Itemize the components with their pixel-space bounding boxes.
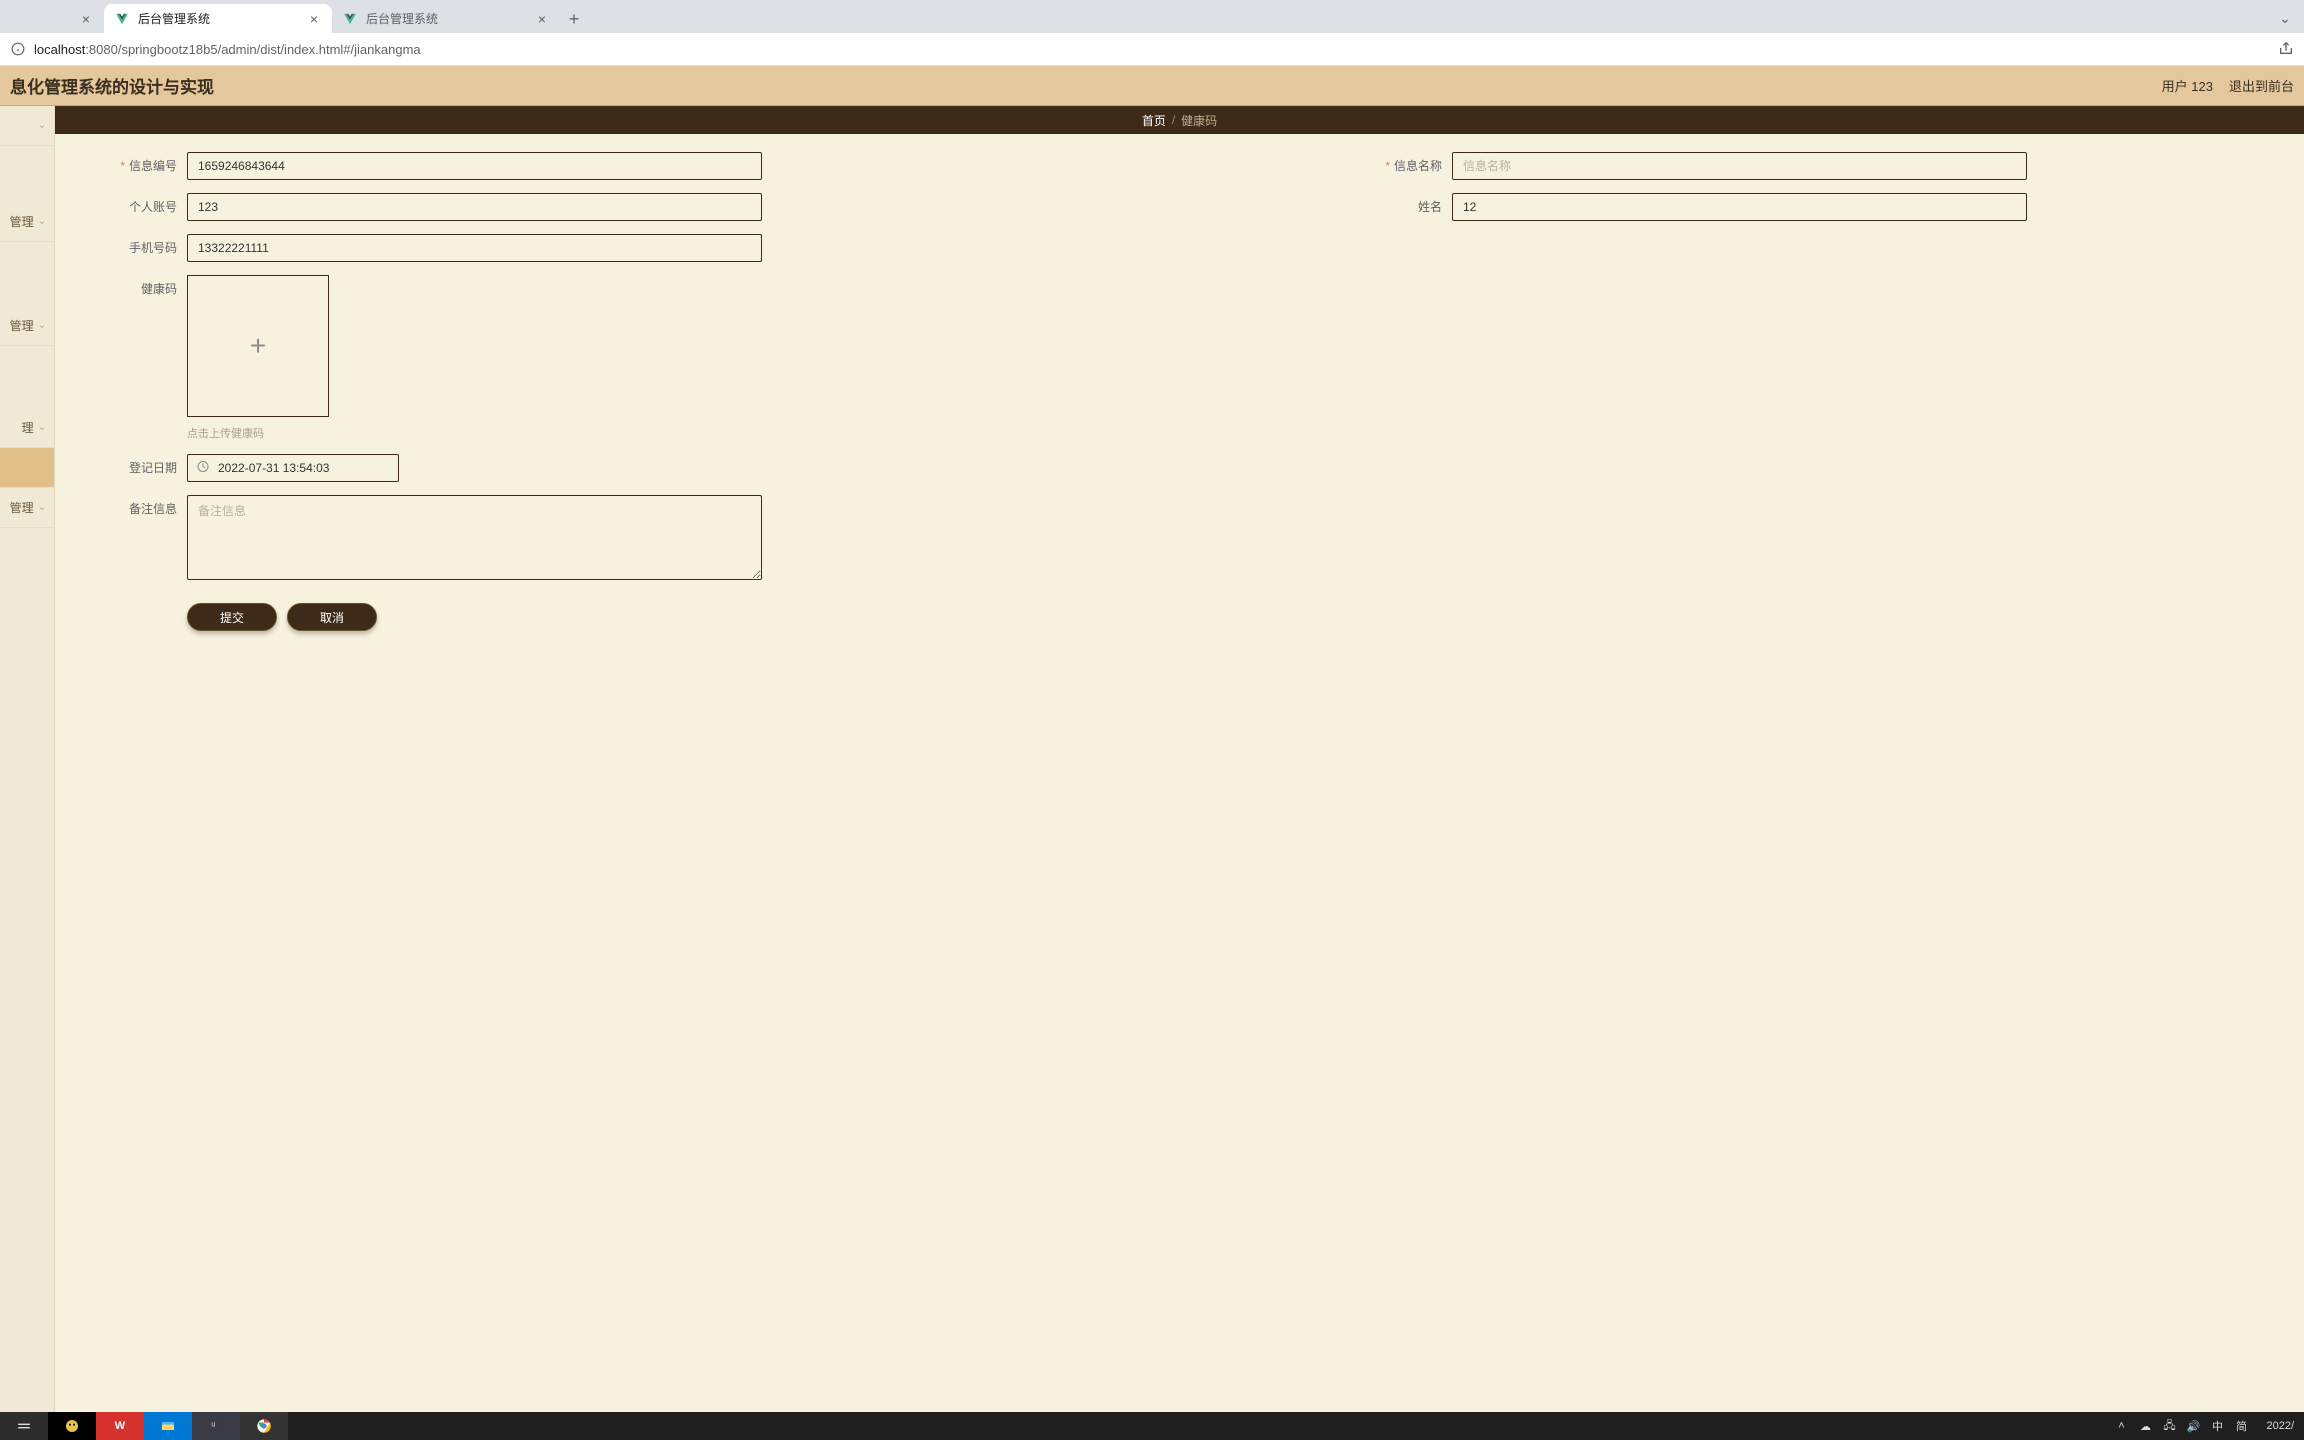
close-icon[interactable]: × [78,11,94,27]
name-label: 姓名 [1332,193,1452,221]
browser-tab[interactable]: 后台管理系统 × [332,4,560,33]
info-name-input[interactable] [1452,152,2027,180]
sidebar: ⌄ 管理 ⌄ 管理 ⌄ 理 ⌄ 管理 ⌄ [0,106,55,1412]
sidebar-item-label: 理 [22,419,34,436]
network-icon[interactable]: 🖧 [2162,1417,2176,1436]
system-tray: ˄ ☁ 🖧 🔊 中 简 2022/ [2104,1412,2304,1440]
sidebar-item[interactable]: 管理 ⌄ [0,202,54,242]
start-button[interactable] [0,1412,48,1440]
chevron-down-icon: ⌄ [38,320,46,331]
name-input[interactable] [1452,193,2027,221]
taskbar-app[interactable] [48,1412,96,1440]
plus-icon: + [250,330,266,362]
cancel-button[interactable]: 取消 [287,603,377,631]
taskbar-app[interactable]: W [96,1412,144,1440]
form: 信息编号 信息名称 个人账号 [55,134,2304,649]
sidebar-item-active[interactable] [0,448,54,488]
remark-label: 备注信息 [67,495,187,523]
chevron-down-icon: ⌄ [38,216,46,227]
sidebar-item-label: 管理 [10,317,34,334]
page-title: 息化管理系统的设计与实现 [10,73,214,98]
sidebar-item[interactable]: 管理 ⌄ [0,306,54,346]
tab-title: 后台管理系统 [366,10,534,27]
main-content: 首页 / 健康码 信息编号 信息名称 [55,106,2304,1412]
site-info-icon[interactable] [10,41,26,57]
app-header: 息化管理系统的设计与实现 用户 123 退出到前台 [0,66,2304,106]
tabs-overflow-button[interactable]: ⌄ [2270,3,2300,33]
browser-tab-bar: × 后台管理系统 × 后台管理系统 × + ⌄ [0,0,2304,33]
sidebar-item-label: 管理 [10,499,34,516]
chevron-down-icon: ⌄ [38,502,46,513]
personal-account-input[interactable] [187,193,762,221]
new-tab-button[interactable]: + [560,5,588,33]
healthcode-uploader[interactable]: + [187,275,329,417]
browser-tab[interactable]: 后台管理系统 × [104,4,332,33]
vue-icon [342,11,358,27]
volume-icon[interactable]: 🔊 [2186,1420,2200,1433]
phone-input[interactable] [187,234,762,262]
browser-address-bar: localhost:8080/springbootz18b5/admin/dis… [0,33,2304,66]
breadcrumb-home[interactable]: 首页 [1142,112,1166,129]
info-number-label: 信息编号 [67,152,187,180]
ime-indicator-2[interactable]: 简 [2234,1418,2248,1434]
register-date-label: 登记日期 [67,454,187,482]
register-date-input[interactable] [187,454,399,482]
sidebar-item[interactable]: ⌄ [0,106,54,146]
clock-icon [197,461,209,476]
info-name-label: 信息名称 [1332,152,1452,180]
sidebar-item-label: 管理 [10,213,34,230]
remark-textarea[interactable] [187,495,762,580]
tab-title: 后台管理系统 [138,10,306,27]
breadcrumb: 首页 / 健康码 [55,106,2304,134]
breadcrumb-current: 健康码 [1181,112,1217,129]
chevron-up-icon[interactable]: ˄ [2114,1420,2128,1432]
healthcode-label: 健康码 [67,275,187,303]
phone-label: 手机号码 [67,234,187,262]
taskbar-app[interactable]: IJ [192,1412,240,1440]
uploader-tip: 点击上传健康码 [187,425,329,441]
onedrive-icon[interactable]: ☁ [2138,1420,2152,1433]
chevron-down-icon: ⌄ [38,120,46,131]
url-text[interactable]: localhost:8080/springbootz18b5/admin/dis… [34,42,421,57]
chevron-down-icon: ⌄ [38,422,46,433]
submit-button[interactable]: 提交 [187,603,277,631]
taskbar-chrome[interactable] [240,1412,288,1440]
svg-text:IJ: IJ [211,1423,215,1429]
sidebar-item[interactable]: 理 ⌄ [0,408,54,448]
windows-taskbar: W IJ ˄ ☁ 🖧 🔊 中 简 2022/ [0,1412,2304,1440]
taskbar-clock[interactable]: 2022/ [2258,1420,2294,1432]
personal-account-label: 个人账号 [67,193,187,221]
close-icon[interactable]: × [534,11,550,27]
taskbar-app[interactable] [144,1412,192,1440]
sidebar-item[interactable]: 管理 ⌄ [0,488,54,528]
breadcrumb-separator: / [1172,113,1175,127]
browser-tab[interactable]: × [4,4,104,33]
vue-icon [114,11,130,27]
logout-link[interactable]: 退出到前台 [2229,76,2294,95]
close-icon[interactable]: × [306,11,322,27]
info-number-input[interactable] [187,152,762,180]
ime-indicator[interactable]: 中 [2210,1418,2224,1434]
user-label[interactable]: 用户 123 [2162,76,2213,95]
share-icon[interactable] [2278,40,2294,59]
